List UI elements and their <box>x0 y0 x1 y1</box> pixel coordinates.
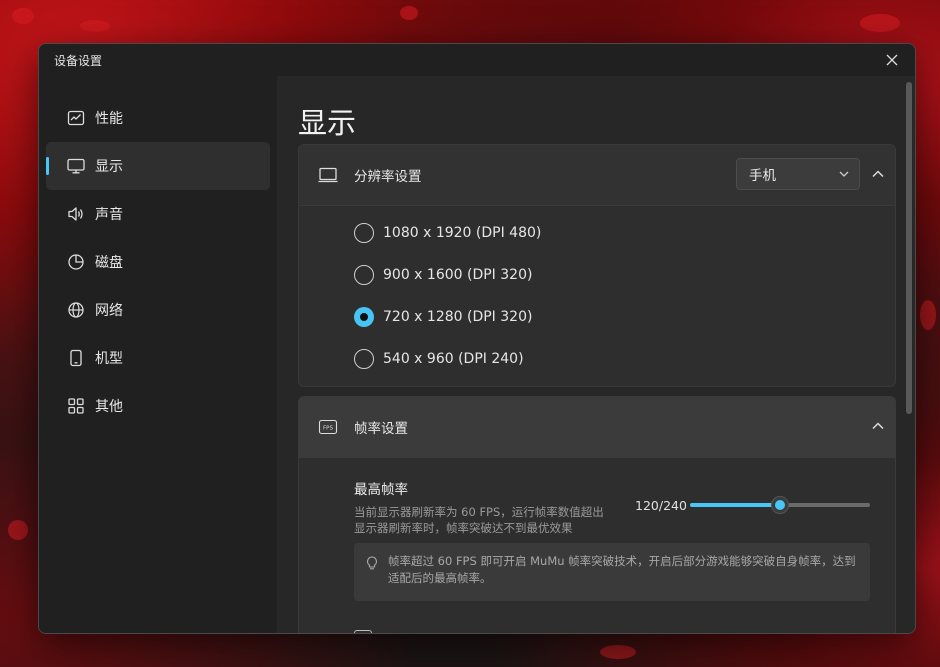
chevron-up-icon[interactable] <box>871 419 885 433</box>
radio-button[interactable] <box>354 223 374 243</box>
leaf-decoration <box>860 14 900 32</box>
chart-icon <box>67 109 85 127</box>
sidebar-item-label: 性能 <box>95 111 123 127</box>
sidebar-item-label: 其他 <box>95 399 123 415</box>
sidebar-item-disk[interactable]: 磁盘 <box>46 238 270 286</box>
grid-icon <box>67 397 85 415</box>
sidebar-item-label: 网络 <box>95 303 123 319</box>
fps-value: 120/240 <box>635 498 687 513</box>
resolution-panel-header[interactable]: 分辨率设置 手机 <box>299 145 895 206</box>
sidebar-item-other[interactable]: 其他 <box>46 382 270 430</box>
monitor-icon <box>67 157 85 175</box>
scrollbar[interactable] <box>906 82 912 414</box>
resolution-panel: 分辨率设置 手机 1080 x 1920 (DPI 480) 900 x 160… <box>298 144 896 387</box>
leaf-decoration <box>8 520 28 540</box>
fps-tip: 帧率超过 60 FPS 即可开启 MuMu 帧率突破技术，开启后部分游戏能够突破… <box>354 543 870 601</box>
pie-icon <box>67 253 85 271</box>
sidebar-item-network[interactable]: 网络 <box>46 286 270 334</box>
sidebar-item-display[interactable]: 显示 <box>46 142 270 190</box>
fps-heading: 帧率设置 <box>354 421 408 437</box>
sidebar-item-label: 机型 <box>95 351 123 367</box>
leaf-decoration <box>400 6 418 20</box>
radio-button[interactable] <box>354 265 374 285</box>
resolution-heading: 分辨率设置 <box>354 169 422 185</box>
main-content: 显示 分辨率设置 手机 1080 x 1920 (DPI 480) 900 x … <box>277 76 915 633</box>
resolution-option[interactable]: 540 x 960 (DPI 240) <box>299 338 895 380</box>
close-icon <box>886 54 898 66</box>
chevron-down-icon <box>839 171 849 177</box>
phone-icon <box>67 349 85 367</box>
leaf-decoration <box>80 20 110 32</box>
fps-slider[interactable] <box>690 496 870 514</box>
title-bar: 设备设置 <box>39 44 915 76</box>
resolution-option[interactable]: 900 x 1600 (DPI 320) <box>299 254 895 296</box>
close-button[interactable] <box>869 44 915 76</box>
radio-button[interactable] <box>354 349 374 369</box>
sidebar-item-label: 显示 <box>95 159 123 175</box>
leaf-decoration <box>600 645 636 659</box>
resolution-option-label: 900 x 1600 (DPI 320) <box>383 267 533 283</box>
chevron-up-icon[interactable] <box>871 167 885 181</box>
fps-body: 最高帧率 当前显示器刷新率为 60 FPS，运行帧率数值超出显示器刷新率时，帧率… <box>299 458 895 633</box>
globe-icon <box>67 301 85 319</box>
speaker-icon <box>67 205 85 223</box>
window-title: 设备设置 <box>54 53 103 68</box>
fps-description: 当前显示器刷新率为 60 FPS，运行帧率数值超出显示器刷新率时，帧率突破达不到… <box>354 505 604 535</box>
device-type-value: 手机 <box>749 168 776 184</box>
sidebar-item-label: 磁盘 <box>95 255 123 271</box>
fps-icon: FPS <box>318 419 338 435</box>
svg-text:FPS: FPS <box>323 426 333 432</box>
resolution-option[interactable]: 1080 x 1920 (DPI 480) <box>299 212 895 254</box>
settings-window: 设备设置 性能 显示 声音 磁盘 网络 机型 其他 显示 分辨率设置 手机 10… <box>38 43 916 634</box>
fps-panel-header[interactable]: FPS 帧率设置 <box>299 397 895 458</box>
laptop-icon <box>318 167 338 183</box>
fps-tip-text: 帧率超过 60 FPS 即可开启 MuMu 帧率突破技术，开启后部分游戏能够突破… <box>388 554 856 585</box>
page-title: 显示 <box>298 106 357 140</box>
sidebar-item-sound[interactable]: 声音 <box>46 190 270 238</box>
sidebar-item-label: 声音 <box>95 207 123 223</box>
resolution-options: 1080 x 1920 (DPI 480) 900 x 1600 (DPI 32… <box>299 206 895 380</box>
radio-button-selected[interactable] <box>354 307 374 327</box>
resolution-option-label: 540 x 960 (DPI 240) <box>383 351 524 367</box>
checkbox[interactable] <box>354 630 372 633</box>
lightbulb-icon <box>367 556 377 570</box>
resolution-option[interactable]: 720 x 1280 (DPI 320) <box>299 296 895 338</box>
leaf-decoration <box>12 8 34 24</box>
resolution-option-label: 1080 x 1920 (DPI 480) <box>383 225 542 241</box>
sidebar-item-performance[interactable]: 性能 <box>46 94 270 142</box>
leaf-decoration <box>920 300 936 330</box>
sidebar: 性能 显示 声音 磁盘 网络 机型 其他 <box>39 76 277 633</box>
slider-thumb[interactable] <box>771 496 789 514</box>
fps-panel: FPS 帧率设置 最高帧率 当前显示器刷新率为 60 FPS，运行帧率数值超出显… <box>298 396 896 633</box>
max-fps-label: 最高帧率 <box>354 482 408 498</box>
device-type-select[interactable]: 手机 <box>736 158 860 190</box>
slider-fill <box>690 503 780 507</box>
sidebar-item-model[interactable]: 机型 <box>46 334 270 382</box>
resolution-option-label: 720 x 1280 (DPI 320) <box>383 309 533 325</box>
